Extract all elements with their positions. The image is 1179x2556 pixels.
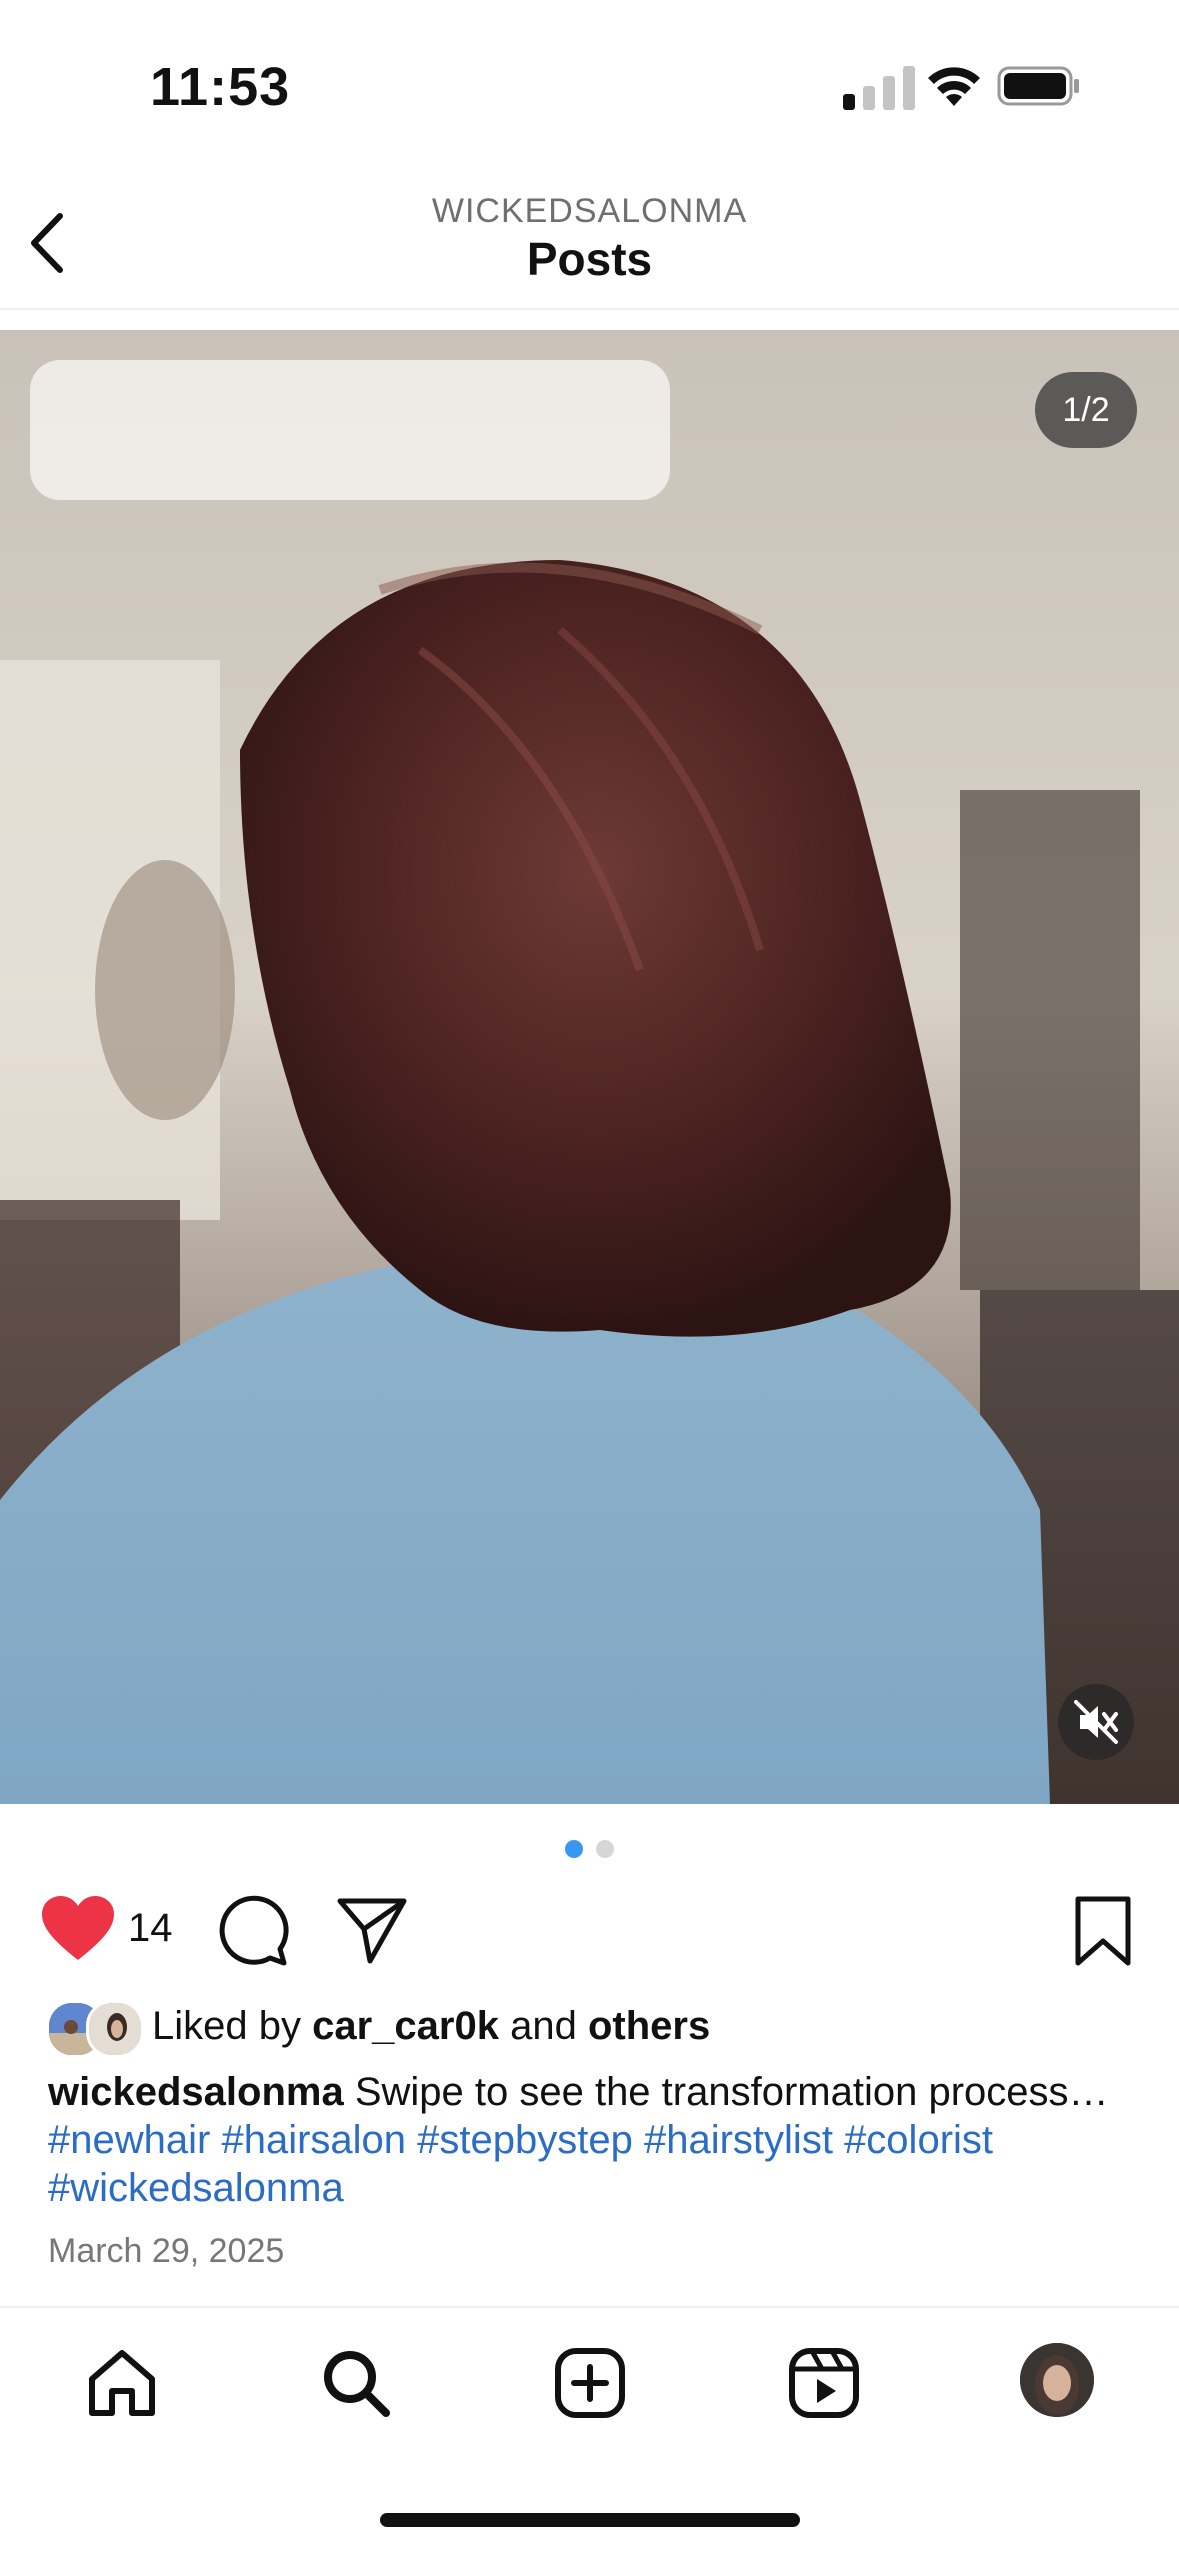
liked-by-prefix: Liked by — [152, 2004, 301, 2048]
liked-by-conj: and — [510, 2004, 577, 2048]
home-indicator — [380, 2513, 800, 2527]
liker-avatar[interactable] — [86, 2000, 144, 2058]
liked-by-user[interactable]: car_car0k — [312, 2004, 499, 2048]
comment-icon[interactable] — [216, 1893, 292, 1969]
battery-icon — [997, 66, 1079, 106]
hashtag[interactable]: #newhair — [48, 2118, 210, 2162]
header-divider — [0, 308, 1179, 310]
status-time: 11:53 — [150, 57, 291, 117]
post-date: March 29, 2025 — [48, 2232, 285, 2270]
profile-avatar[interactable] — [1020, 2343, 1094, 2417]
liked-by-others[interactable]: others — [588, 2004, 710, 2048]
reels-icon[interactable] — [786, 2345, 862, 2421]
share-paper-plane-icon[interactable] — [334, 1893, 410, 1969]
cellular-signal-icon — [843, 66, 915, 110]
tab-bar-divider — [0, 2306, 1179, 2308]
post-image[interactable] — [0, 330, 1179, 1804]
image-counter-badge: 1/2 — [1035, 372, 1137, 448]
hashtag[interactable]: #hairstylist — [644, 2118, 833, 2162]
bookmark-icon[interactable] — [1068, 1893, 1138, 1969]
pager-dot-active — [565, 1840, 583, 1858]
post-caption: wickedsalonma Swipe to see the transform… — [48, 2068, 1148, 2212]
heart-icon[interactable] — [40, 1894, 116, 1964]
hashtag[interactable]: #hairsalon — [221, 2118, 406, 2162]
wifi-icon — [928, 67, 980, 106]
hashtag[interactable]: #wickedsalonma — [48, 2166, 344, 2210]
caption-text: Swipe to see the transformation process… — [354, 2070, 1109, 2114]
home-icon[interactable] — [84, 2345, 160, 2421]
hashtag[interactable]: #colorist — [844, 2118, 993, 2162]
mute-speaker-icon[interactable] — [1058, 1684, 1134, 1760]
create-post-icon[interactable] — [552, 2345, 628, 2421]
hashtag[interactable]: #stepbystep — [417, 2118, 633, 2162]
liked-by-text[interactable]: Liked by car_car0k and others — [152, 2004, 710, 2049]
caption-username[interactable]: wickedsalonma — [48, 2070, 344, 2114]
header-account-name: WICKEDSALONMA — [431, 192, 748, 230]
page-title: Posts — [526, 233, 653, 285]
pager-dot — [596, 1840, 614, 1858]
search-icon[interactable] — [318, 2345, 394, 2421]
like-count[interactable]: 14 — [128, 1906, 173, 1951]
